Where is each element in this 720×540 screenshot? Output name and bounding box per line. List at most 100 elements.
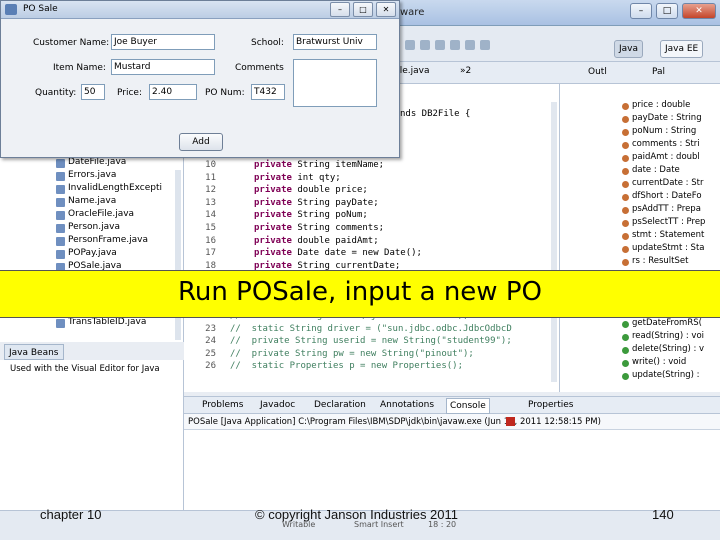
outline-view: Outl Pal price : double payDate : String…: [560, 62, 720, 392]
minimize-button[interactable]: –: [630, 3, 652, 19]
pkg-item[interactable]: Errors.java: [68, 170, 116, 180]
outline-item[interactable]: price : double: [632, 100, 690, 110]
code-line: 10 private String itemName;: [205, 160, 385, 170]
field-icon: [622, 103, 629, 110]
code-comment-line: 23// static String driver = ("sun.jdbc.o…: [205, 323, 512, 334]
field-icon: [622, 142, 629, 149]
close-button[interactable]: ✕: [682, 3, 716, 19]
java-file-icon: [56, 172, 65, 181]
tab-declaration[interactable]: Declaration: [314, 400, 366, 410]
slide-footer-chapter: chapter 10: [40, 507, 102, 522]
outline-item[interactable]: currentDate : Str: [632, 178, 703, 188]
java-file-icon: [56, 319, 65, 328]
tab-properties[interactable]: Properties: [528, 400, 573, 410]
item-name-field[interactable]: Mustard: [111, 59, 215, 75]
console-process-label: POSale [Java Application] C:\Program Fil…: [188, 417, 601, 427]
console-output[interactable]: [184, 430, 720, 510]
quantity-label: Quantity:: [35, 88, 77, 98]
outline-item[interactable]: date : Date: [632, 165, 680, 175]
method-icon: [622, 360, 629, 367]
price-label: Price:: [117, 88, 142, 98]
outline-item[interactable]: rs : ResultSet: [632, 256, 688, 266]
outline-item[interactable]: psAddTT : Prepa: [632, 204, 701, 214]
po-close-button[interactable]: ✕: [376, 2, 396, 17]
maximize-button[interactable]: □: [656, 3, 678, 19]
slide-footer-copyright: © copyright Janson Industries 2011: [255, 507, 459, 522]
java-file-icon: [56, 250, 65, 259]
perspective-java-ee[interactable]: Java EE: [660, 40, 704, 58]
outline-item[interactable]: comments : Stri: [632, 139, 700, 149]
pkg-item[interactable]: DateFile.java: [68, 157, 126, 167]
method-icon: [622, 334, 629, 341]
method-icon: [622, 347, 629, 354]
pkg-item[interactable]: PersonFrame.java: [68, 235, 148, 245]
comments-textarea[interactable]: [293, 59, 377, 107]
terminate-icon[interactable]: [506, 417, 515, 426]
field-icon: [622, 168, 629, 175]
java-beans-view: Used with the Visual Editor for Java: [0, 360, 184, 510]
outline-item[interactable]: dfShort : DateFo: [632, 191, 702, 201]
back-icon[interactable]: [465, 40, 475, 50]
field-icon: [622, 207, 629, 214]
outline-item[interactable]: update(String) :: [632, 370, 700, 380]
po-num-field[interactable]: T432: [251, 84, 285, 100]
tab-problems[interactable]: Problems: [202, 400, 243, 410]
pkg-item[interactable]: Person.java: [68, 222, 120, 232]
outline-item[interactable]: psSelectTT : Prep: [632, 217, 705, 227]
po-maximize-button[interactable]: □: [353, 2, 373, 17]
method-icon: [622, 321, 629, 328]
pkg-item[interactable]: OracleFile.java: [68, 209, 134, 219]
java-beans-text: Used with the Visual Editor for Java: [10, 364, 160, 374]
outline-item[interactable]: stmt : Statement: [632, 230, 704, 240]
field-icon: [622, 155, 629, 162]
tab-java-beans[interactable]: Java Beans: [4, 344, 64, 360]
console-tabs: Problems Javadoc Declaration Annotations…: [184, 396, 720, 414]
outline-item[interactable]: payDate : String: [632, 113, 702, 123]
tab-outline[interactable]: Outl: [588, 67, 607, 77]
school-field[interactable]: Bratwurst Univ: [293, 34, 377, 50]
school-label: School:: [251, 38, 284, 48]
new-icon[interactable]: [435, 40, 445, 50]
debug-icon[interactable]: [420, 40, 430, 50]
outline-item[interactable]: delete(String) : v: [632, 344, 704, 354]
tab-javadoc[interactable]: Javadoc: [260, 400, 295, 410]
po-window-title: PO Sale: [23, 4, 58, 14]
outline-item[interactable]: getDateFromRS(: [632, 318, 702, 328]
field-icon: [622, 259, 629, 266]
customer-name-field[interactable]: Joe Buyer: [111, 34, 215, 50]
tab-palette[interactable]: Pal: [652, 67, 665, 77]
pkg-item[interactable]: TransTableID.java: [68, 317, 146, 327]
console-info-bar: POSale [Java Application] C:\Program Fil…: [184, 414, 720, 430]
quantity-field[interactable]: 50: [81, 84, 105, 100]
method-icon: [622, 373, 629, 380]
outline-item[interactable]: paidAmt : doubl: [632, 152, 700, 162]
field-icon: [622, 233, 629, 240]
outline-item[interactable]: write() : void: [632, 357, 686, 367]
code-comment-line: 24// private String userid = new String(…: [205, 336, 512, 347]
code-line: 11 private int qty;: [205, 172, 341, 183]
tab-overflow[interactable]: »2: [460, 66, 471, 76]
field-icon: [622, 220, 629, 227]
field-icon: [622, 129, 629, 136]
editor-scrollbar[interactable]: [551, 102, 557, 382]
field-icon: [622, 116, 629, 123]
item-name-label: Item Name:: [53, 63, 106, 73]
pkg-item[interactable]: POPay.java: [68, 248, 117, 258]
comments-label: Comments: [235, 63, 284, 73]
java-file-icon: [56, 159, 65, 168]
outline-item[interactable]: updateStmt : Sta: [632, 243, 705, 253]
tab-annotations[interactable]: Annotations: [380, 400, 434, 410]
run-icon[interactable]: [405, 40, 415, 50]
search-icon[interactable]: [450, 40, 460, 50]
perspective-java[interactable]: Java: [614, 40, 644, 58]
pkg-item[interactable]: InvalidLengthExcepti: [68, 183, 162, 193]
pkg-item[interactable]: Name.java: [68, 196, 116, 206]
code-line: 15 private String comments;: [205, 223, 385, 233]
add-button[interactable]: Add: [179, 133, 223, 151]
outline-item[interactable]: poNum : String: [632, 126, 696, 136]
po-minimize-button[interactable]: –: [330, 2, 350, 17]
tab-console[interactable]: Console: [446, 398, 490, 414]
outline-item[interactable]: read(String) : voi: [632, 331, 704, 341]
forward-icon[interactable]: [480, 40, 490, 50]
price-field[interactable]: 2.40: [149, 84, 197, 100]
